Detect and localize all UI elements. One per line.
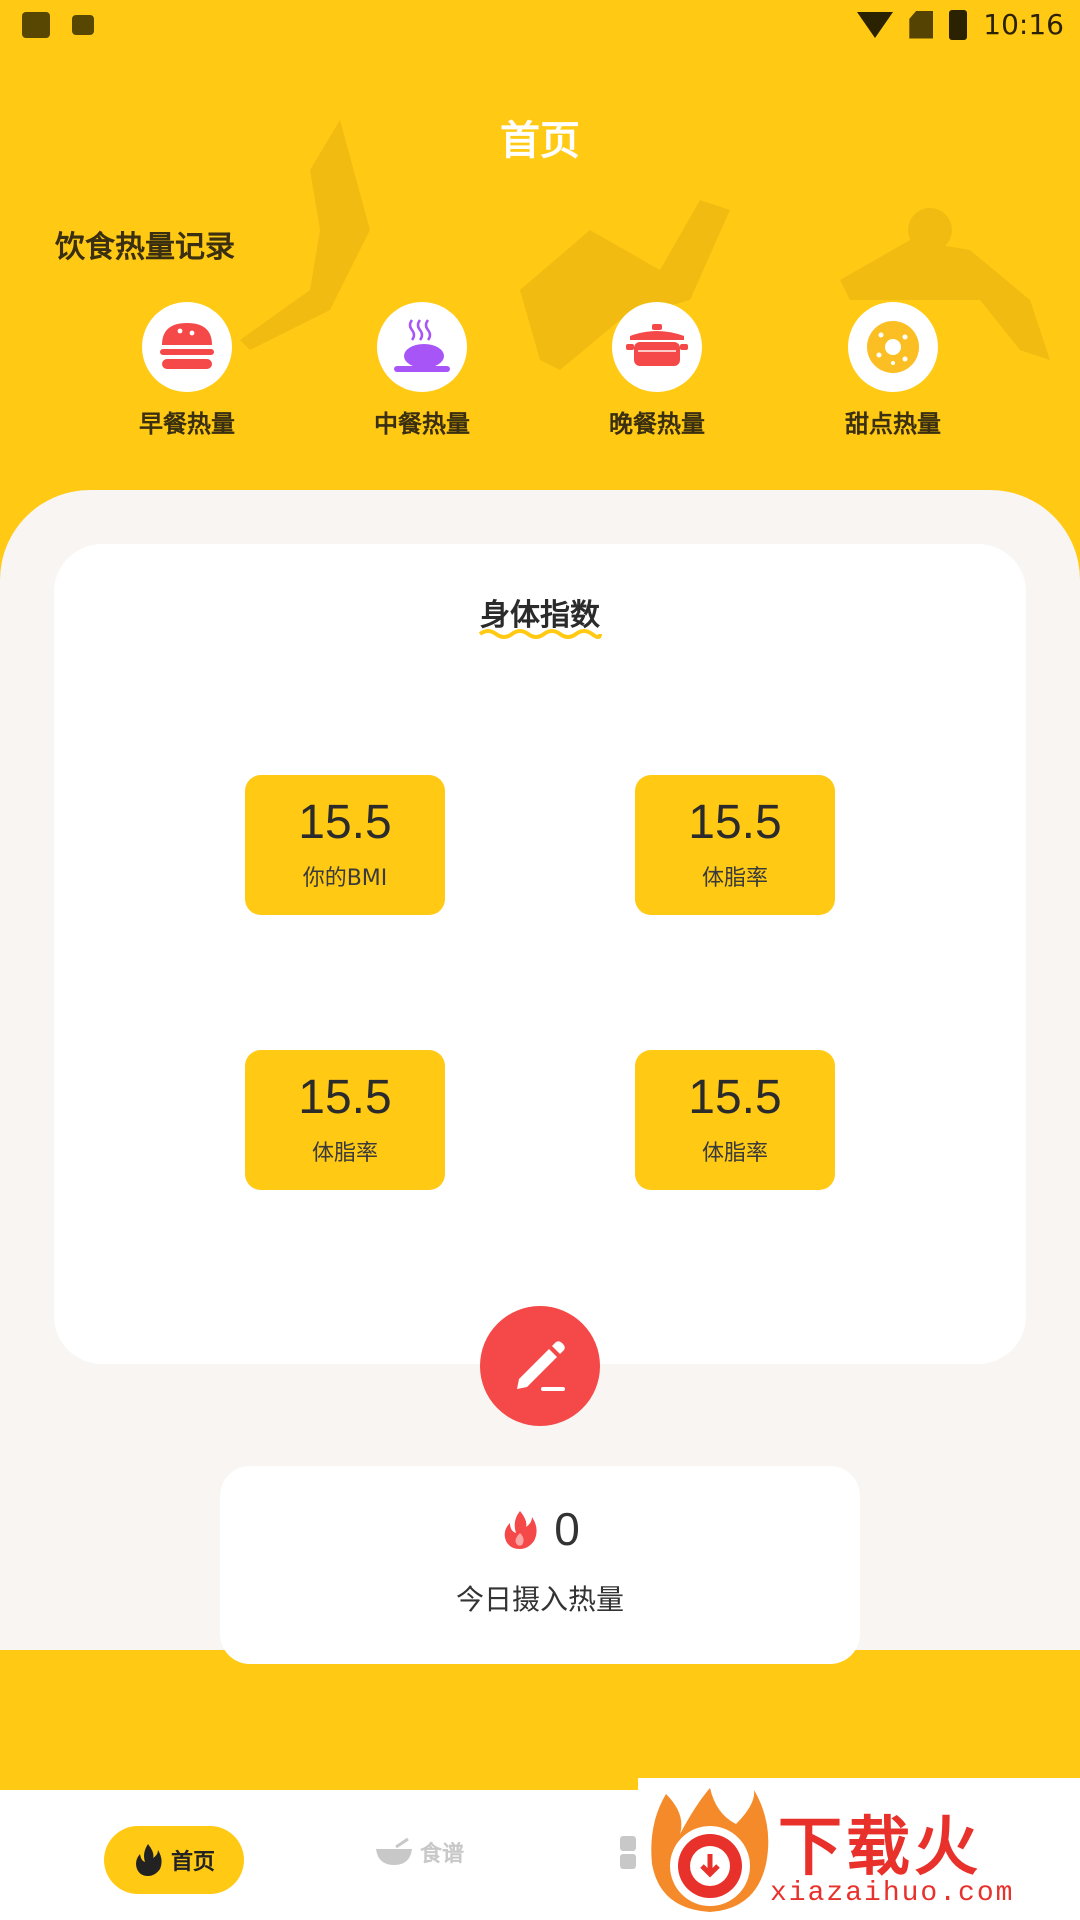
metric-value: 15.5 [298,1071,392,1124]
burger-icon [160,323,214,369]
meal-dinner[interactable]: 晚餐热量 [572,302,742,439]
page-title: 首页 [500,118,580,164]
title-wave-decoration [478,629,602,639]
intake-label: 今日摄入热量 [455,1583,624,1616]
meal-label: 早餐热量 [139,410,235,438]
watermark-logo-icon [651,1788,769,1912]
section-title: 饮食热量记录 [55,230,235,265]
metric-label: 体脂率 [311,1141,378,1166]
flame-icon [504,1511,537,1549]
donut-icon [867,321,919,373]
nav-home-tab[interactable]: 首页 [104,1826,244,1894]
edit-button[interactable] [480,1306,600,1426]
metric-label: 体脂率 [701,1141,768,1166]
watermark: 下载火 xiazaihuo.com [638,1778,1080,1920]
status-bar: 10:16 [0,0,1080,50]
meal-breakfast[interactable]: 早餐热量 [102,302,272,439]
watermark-brand: 下载火 [778,1811,982,1885]
meal-lunch[interactable]: 中餐热量 [337,302,507,439]
meal-shortcuts: 早餐热量 中餐热量 晚餐热量 甜点热量 [0,302,1080,442]
today-intake-card: 0 今日摄入热量 [220,1466,860,1664]
pencil-icon [517,1341,565,1391]
image-notification-icon [22,12,50,38]
pot-icon [626,324,688,366]
calculator-icon[interactable] [620,1836,636,1870]
metric-body-fat-2: 15.5 体脂率 [245,1050,445,1190]
bowl-icon [376,1837,412,1865]
app-notification-icon [72,15,94,35]
metric-label: 体脂率 [701,866,768,891]
flame-icon [135,1844,162,1876]
metric-value: 15.5 [688,796,782,849]
metric-value: 15.5 [298,796,392,849]
no-sim-icon [909,10,934,39]
metric-body-fat: 15.5 体脂率 [635,775,835,915]
metric-value: 15.5 [688,1071,782,1124]
metric-label: 你的BMI [302,866,388,891]
nav-recipes-label: 食谱 [420,1842,465,1867]
intake-value: 0 [554,1503,580,1555]
meal-dessert[interactable]: 甜点热量 [808,302,978,439]
wifi-icon [857,11,894,38]
nav-recipes-tab[interactable]: 食谱 [374,1836,464,1868]
watermark-url: xiazaihuo.com [770,1878,1015,1909]
meal-label: 甜点热量 [845,410,941,438]
metric-bmi: 15.5 你的BMI [245,775,445,915]
status-time: 10:16 [983,8,1064,41]
metric-body-fat-3: 15.5 体脂率 [635,1050,835,1190]
battery-icon [949,9,968,40]
nav-home-label: 首页 [170,1850,215,1875]
meal-label: 晚餐热量 [609,410,705,438]
meal-label: 中餐热量 [374,410,470,438]
roast-chicken-icon [394,319,450,372]
body-index-card [54,544,1026,1364]
